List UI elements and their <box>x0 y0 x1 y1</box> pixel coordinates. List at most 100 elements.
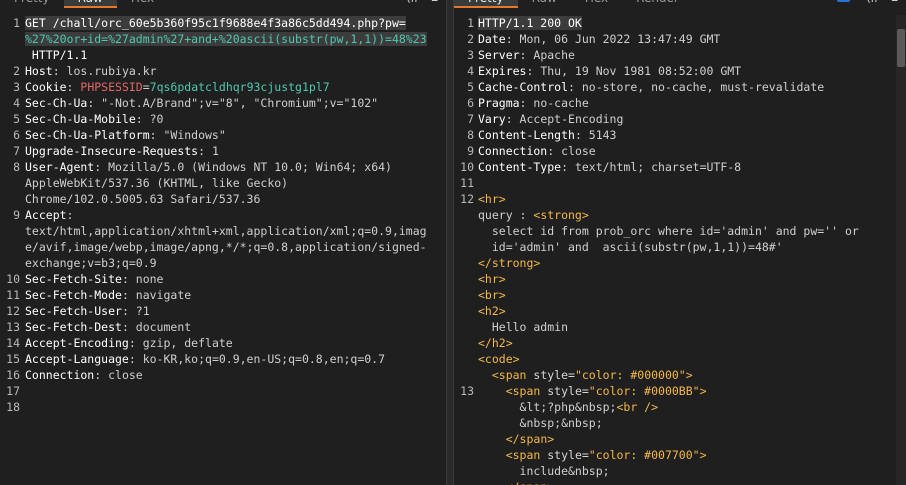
code-token: Server <box>478 48 520 62</box>
code-token: Pragma <box>478 96 520 110</box>
code-line: Host: los.rubiya.kr <box>25 64 157 78</box>
line-number: 7 <box>467 112 474 126</box>
code-token: &lt;?php&nbsp; <box>478 400 617 414</box>
code-token: : <box>66 80 81 94</box>
tab-raw[interactable]: Raw <box>518 0 571 8</box>
code-line: Connection: close <box>478 144 596 158</box>
code-token: "color: #007700" <box>588 448 700 462</box>
code-token: GET /chall/orc_60e5b360f95c1f9688e4f3a86… <box>25 16 406 30</box>
code-token: HTTP/1.1 200 OK <box>478 16 582 30</box>
menu-icon[interactable]: ≡ <box>431 0 438 5</box>
line-number: 10 <box>460 160 474 174</box>
code-token: : Apache <box>519 48 575 62</box>
menu-icon[interactable]: ≡ <box>891 0 898 5</box>
response-editor[interactable]: 1 HTTP/1.1 200 OK 2 Date: Mon, 06 Jun 2022 … <box>454 15 906 485</box>
code-token: </span> <box>505 432 555 446</box>
code-token: > <box>699 448 707 462</box>
line-number: 12 <box>6 304 20 318</box>
code-token: User-Agent <box>25 160 95 174</box>
line-number: 5 <box>467 80 474 94</box>
line-number: 10 <box>6 272 20 286</box>
code-line: Date: Mon, 06 Jun 2022 13:47:49 GMT <box>478 32 720 46</box>
code-token: : document <box>121 320 192 334</box>
tab-render[interactable]: Render <box>622 0 693 8</box>
request-editor[interactable]: 1 GET /chall/orc_60e5b360f95c1f9688e4f3a8… <box>0 15 446 485</box>
code-line: text/html,application/xhtml+xml,applicat… <box>25 224 427 238</box>
code-token: "color: #0000BB" <box>588 384 700 398</box>
code-line: Content-Type: text/html; charset=UTF-8 <box>478 160 741 174</box>
code-line: &nbsp;&nbsp; <box>478 416 603 430</box>
code-token: : ko-KR,ko;q=0.9,en-US;q=0.8,en;q=0.7 <box>128 352 386 366</box>
code-token: e/avif,image/webp,image/apng,*/*;q=0.8,a… <box>25 240 427 254</box>
line-number: 16 <box>6 368 20 382</box>
code-token: Hello admin <box>478 320 569 334</box>
code-line: &lt;?php&nbsp;<br /> <box>478 400 659 414</box>
code-line: include&nbsp; <box>478 464 610 478</box>
code-line: Accept-Encoding: gzip, deflate <box>25 336 233 350</box>
code-token: Sec-Fetch-Dest <box>25 320 122 334</box>
code-line: Sec-Ch-Ua-Platform: "Windows" <box>25 128 226 142</box>
code-token: Chrome/102.0.5005.63 Safari/537.36 <box>25 192 261 206</box>
tab-hex[interactable]: Hex <box>117 0 168 8</box>
newline-icon[interactable]: \n <box>404 0 417 5</box>
code-token: include&nbsp; <box>478 464 610 478</box>
code-token: </strong> <box>478 256 541 270</box>
code-line: GET /chall/orc_60e5b360f95c1f9688e4f3a86… <box>25 16 406 30</box>
code-token: "color: #000000" <box>574 368 686 382</box>
newline-icon[interactable]: \n <box>864 0 877 5</box>
scrollbar-thumb[interactable] <box>897 29 905 67</box>
code-token: : 5143 <box>574 128 617 142</box>
code-line: <br> <box>478 288 506 302</box>
response-scrollbar[interactable] <box>896 15 906 485</box>
line-number: 4 <box>13 96 20 110</box>
code-token: <code> <box>478 352 520 366</box>
tab-raw[interactable]: Raw <box>63 0 117 8</box>
code-token: Date <box>478 32 506 46</box>
line-number: 15 <box>6 352 20 366</box>
code-token: Content-Length <box>478 128 575 142</box>
code-line: Accept: <box>25 208 73 222</box>
code-token: : no-store, no-cache, must-revalidate <box>568 80 825 94</box>
code-token: Sec-Ch-Ua-Mobile <box>25 112 136 126</box>
code-token: > <box>699 384 707 398</box>
http-message-viewer: Pretty Raw Hex \n ≡ 1 GET /chall/orc_60e5… <box>0 0 906 485</box>
tab-pretty[interactable]: Pretty <box>0 0 64 8</box>
line-number: 9 <box>467 144 474 158</box>
code-line: Connection: close <box>25 368 143 382</box>
code-token: Sec-Ch-Ua <box>25 96 88 110</box>
code-token: </h2> <box>478 336 513 350</box>
line-number: 5 <box>13 112 20 126</box>
tab-pretty[interactable]: Pretty <box>454 0 518 8</box>
code-line: Expires: Thu, 19 Nov 1981 08:52:00 GMT <box>478 64 741 78</box>
line-number: 2 <box>467 32 474 46</box>
code-line: <span style="color: #0000BB"> <box>478 384 707 398</box>
code-line: Sec-Fetch-User: ?1 <box>25 304 150 318</box>
line-number: 6 <box>467 96 474 110</box>
code-token: <span <box>505 448 548 462</box>
line-number: 1 <box>13 16 20 30</box>
code-token: PHPSESSID <box>80 80 143 94</box>
code-token: : ?0 <box>135 112 164 126</box>
request-pane: Pretty Raw Hex \n ≡ 1 GET /chall/orc_60e5… <box>0 0 447 485</box>
code-token: Accept-Encoding <box>25 336 129 350</box>
request-toolbar: \n ≡ <box>404 0 438 5</box>
line-number: 18 <box>6 400 20 414</box>
code-token: Sec-Fetch-User <box>25 304 122 318</box>
code-token: Sec-Ch-Ua-Platform <box>25 128 150 142</box>
code-line: <hr> <box>478 272 506 286</box>
line-number: 9 <box>13 208 20 222</box>
code-token: : los.rubiya.kr <box>52 64 157 78</box>
code-line: Sec-Fetch-Dest: document <box>25 320 191 334</box>
tab-hex[interactable]: Hex <box>571 0 622 8</box>
line-number: 17 <box>6 384 20 398</box>
code-token: exchange;v=b3;q=0.9 <box>25 256 157 270</box>
code-token: Host <box>25 64 53 78</box>
code-token: : navigate <box>121 288 192 302</box>
code-token: : "Windows" <box>149 128 226 142</box>
inspector-toggle-icon[interactable] <box>837 0 851 2</box>
code-token: Vary <box>478 112 506 126</box>
code-token: : none <box>121 272 164 286</box>
